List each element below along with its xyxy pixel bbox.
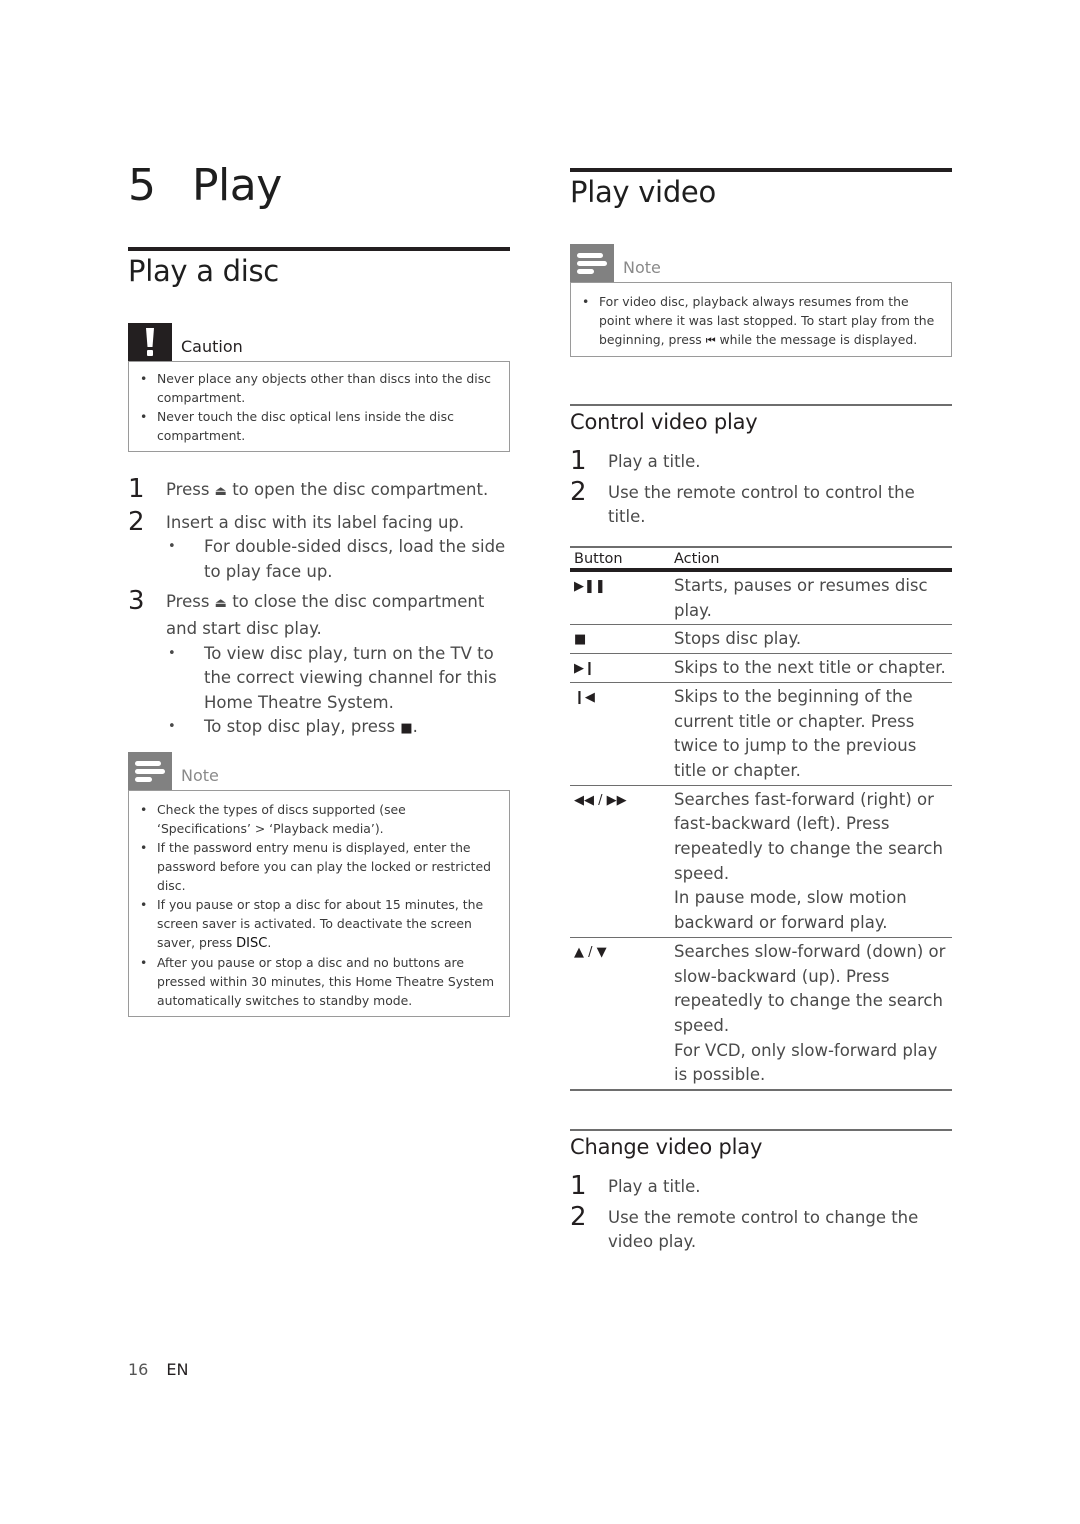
- section-rule: [570, 168, 952, 172]
- note-text: If you pause or stop a disc for about 15…: [157, 897, 484, 950]
- previous-icon: ⏮: [705, 334, 716, 347]
- stop-icon: ■: [570, 624, 670, 655]
- section-title-play-video: Play video: [570, 175, 716, 209]
- note-item: After you pause or stop a disc and no bu…: [139, 953, 501, 1010]
- step-text: Play a title.: [608, 1177, 701, 1196]
- page-number: 16: [128, 1360, 149, 1379]
- step-text: Use the remote control to change the vid…: [608, 1207, 919, 1252]
- sub-text: To stop disc play, press: [204, 717, 401, 737]
- page-footer: 16 EN: [128, 1360, 188, 1379]
- step-number: 2: [570, 1201, 587, 1232]
- step-number: 2: [570, 476, 587, 507]
- subsection-title-change: Change video play: [570, 1135, 763, 1159]
- step-number: 1: [570, 1171, 587, 1201]
- step-text: Play a title.: [608, 452, 701, 471]
- note-item: For video disc, playback always resumes …: [581, 292, 943, 350]
- action-cell: Searches fast-forward (right) or fast-ba…: [670, 785, 952, 938]
- table-row: ◀◀ / ▶▶ Searches fast-forward (right) or…: [570, 785, 952, 938]
- up-down-icon: ▲ / ▼: [570, 937, 670, 1092]
- step-sub-item: To view disc play, turn on the TV to the…: [166, 642, 510, 716]
- disc-button-label: DISC: [236, 936, 268, 951]
- step-1: 1 Play a title.: [570, 446, 952, 476]
- play-disc-steps: 1 Press ⏏ to open the disc compartment. …: [128, 474, 510, 748]
- change-steps: 1 Play a title. 2 Use the remote control t…: [570, 1171, 952, 1261]
- note-text: If the password entry menu is displayed,…: [157, 840, 491, 893]
- subsection-rule: [570, 1129, 952, 1131]
- note-callout-right: Note For video disc, playback always res…: [570, 244, 952, 357]
- table-row: ▲ / ▼ Searches slow-forward (down) or sl…: [570, 937, 952, 1092]
- table-row: ■ Stops disc play.: [570, 624, 952, 655]
- sub-text: To view disc play, turn on the TV to the…: [204, 643, 497, 712]
- note-item: Check the types of discs supported (see …: [139, 800, 501, 838]
- column-header-action: Action: [670, 546, 952, 572]
- exclamation-icon: [128, 323, 172, 361]
- eject-icon: ⏏: [214, 484, 227, 499]
- action-line: For VCD, only slow-forward play is possi…: [674, 1040, 938, 1085]
- play-pause-icon: ▶❚❚: [570, 570, 670, 626]
- step-text: to open the disc compartment.: [226, 480, 489, 499]
- note-callout-left: Note Check the types of discs supported …: [128, 752, 510, 1017]
- eject-icon: ⏏: [214, 596, 227, 612]
- control-steps: 1 Play a title. 2 Use the remote control t…: [570, 446, 952, 536]
- note-text: After you pause or stop a disc and no bu…: [157, 955, 495, 1008]
- note-item: If you pause or stop a disc for about 15…: [139, 895, 501, 953]
- step-text: Press: [166, 592, 215, 612]
- chapter-title: Play: [192, 160, 282, 211]
- note-title: Note: [181, 766, 219, 785]
- caution-title: Caution: [181, 337, 243, 356]
- chapter-number: 5: [128, 160, 156, 211]
- column-header-button: Button: [570, 546, 670, 572]
- note-text: .: [267, 935, 272, 950]
- step-sub-item: For double-sided discs, load the side to…: [166, 535, 510, 584]
- subsection-title-control: Control video play: [570, 410, 758, 434]
- next-icon: ▶❙: [570, 653, 670, 683]
- action-line: Searches fast-forward (right) or fast-ba…: [674, 789, 943, 883]
- rewind-fast-forward-icon: ◀◀ / ▶▶: [570, 785, 670, 938]
- step-3: 3 Press ⏏ to close the disc compartment …: [128, 586, 510, 742]
- action-cell: Searches slow-forward (down) or slow-bac…: [670, 937, 952, 1092]
- section-title-play-a-disc: Play a disc: [128, 254, 279, 288]
- subsection-rule: [570, 404, 952, 406]
- button-action-table: Button Action ▶❚❚ Starts, pauses or resu…: [570, 546, 952, 1092]
- previous-icon: ❙◀: [570, 682, 670, 786]
- step-1: 1 Press ⏏ to open the disc compartment.: [128, 474, 510, 505]
- action-line: In pause mode, slow motion backward or f…: [674, 888, 907, 933]
- note-text: while the message is displayed.: [715, 332, 918, 347]
- table-row: ❙◀ Skips to the beginning of the current…: [570, 682, 952, 786]
- action-cell: Starts, pauses or resumes disc play.: [670, 570, 952, 626]
- note-text: Check the types of discs supported (see …: [157, 802, 406, 836]
- chapter-heading: 5 Play: [128, 160, 282, 211]
- action-line: Searches slow-forward (down) or slow-bac…: [674, 941, 946, 1035]
- table-row: ▶❙ Skips to the next title or chapter.: [570, 653, 952, 683]
- step-2: 2 Insert a disc with its label facing up…: [128, 507, 510, 585]
- note-lines-icon: [570, 244, 614, 282]
- step-number: 3: [128, 586, 145, 617]
- caution-callout: Caution Never place any objects other th…: [128, 323, 510, 452]
- action-cell: Skips to the beginning of the current ti…: [670, 682, 952, 786]
- caution-item: Never touch the disc optical lens inside…: [139, 407, 501, 445]
- step-text: Press: [166, 480, 215, 499]
- section-rule: [128, 247, 510, 251]
- sub-text: .: [412, 717, 418, 737]
- step-sub-item: To stop disc play, press ■.: [166, 715, 510, 742]
- note-lines-icon: [128, 752, 172, 790]
- step-number: 2: [128, 506, 145, 537]
- step-2: 2 Use the remote control to change the vi…: [570, 1202, 952, 1255]
- step-text: Insert a disc with its label facing up.: [166, 512, 465, 532]
- caution-item: Never place any objects other than discs…: [139, 369, 501, 407]
- note-title: Note: [623, 258, 661, 277]
- note-item: If the password entry menu is displayed,…: [139, 838, 501, 895]
- sub-text: For double-sided discs, load the side to…: [204, 537, 506, 581]
- table-row: ▶❚❚ Starts, pauses or resumes disc play.: [570, 570, 952, 626]
- step-number: 1: [128, 474, 145, 504]
- step-text: Use the remote control to control the ti…: [608, 482, 915, 527]
- step-1: 1 Play a title.: [570, 1171, 952, 1201]
- language-code: EN: [166, 1360, 189, 1379]
- action-cell: Skips to the next title or chapter.: [670, 653, 952, 683]
- stop-icon: ■: [400, 721, 413, 737]
- action-cell: Stops disc play.: [670, 624, 952, 655]
- step-2: 2 Use the remote control to control the t…: [570, 477, 952, 530]
- step-number: 1: [570, 446, 587, 476]
